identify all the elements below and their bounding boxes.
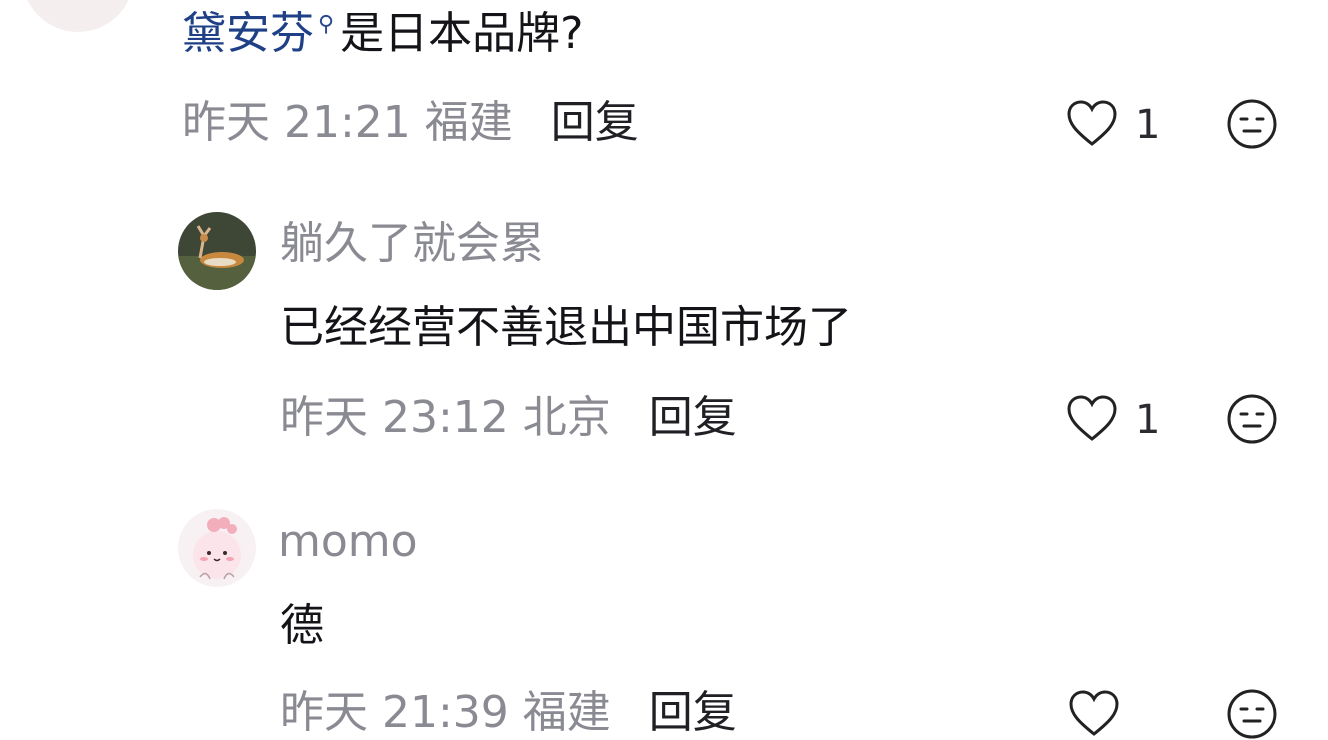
avatar[interactable] bbox=[178, 212, 256, 290]
comment-text: 德 bbox=[280, 600, 324, 651]
emoji-icon bbox=[1226, 98, 1278, 154]
heart-icon bbox=[1065, 98, 1119, 152]
like-count: 1 bbox=[1135, 397, 1161, 443]
search-icon[interactable]: ⚲ bbox=[318, 14, 334, 36]
username[interactable]: 躺久了就会累 bbox=[280, 222, 544, 266]
comment-meta: 昨天 23:12 北京 回复 bbox=[280, 396, 737, 440]
comment-meta: 昨天 21:21 福建 回复 bbox=[182, 101, 639, 145]
emoji-icon bbox=[1226, 688, 1278, 740]
avatar[interactable] bbox=[178, 509, 256, 587]
emoji-button[interactable] bbox=[1226, 393, 1278, 449]
emoji-button[interactable] bbox=[1226, 688, 1278, 740]
username[interactable]: momo bbox=[278, 520, 418, 564]
comment-time: 昨天 23:12 北京 bbox=[280, 392, 611, 443]
heart-icon bbox=[1067, 688, 1121, 740]
comment-meta: 昨天 21:39 福建 回复 bbox=[280, 691, 737, 735]
comment-list: 黛安芬 ⚲ 是日本品牌? 昨天 21:21 福建 回复 1 躺久了就会累 已经经… bbox=[0, 0, 1328, 740]
comment-time: 昨天 21:21 福建 bbox=[182, 97, 513, 148]
reply-button[interactable]: 回复 bbox=[551, 97, 639, 148]
comment-time: 昨天 21:39 福建 bbox=[280, 687, 611, 738]
keyword-link[interactable]: 黛安芬 bbox=[182, 8, 314, 59]
heart-icon bbox=[1065, 393, 1119, 447]
comment-text: 已经经营不善退出中国市场了 bbox=[280, 302, 852, 353]
like-button[interactable] bbox=[1067, 688, 1121, 740]
emoji-icon bbox=[1226, 393, 1278, 449]
like-button[interactable]: 1 bbox=[1065, 393, 1160, 447]
emoji-button[interactable] bbox=[1226, 98, 1278, 154]
reply-button[interactable]: 回复 bbox=[649, 392, 737, 443]
comment-text: 黛安芬 ⚲ 是日本品牌? bbox=[182, 8, 584, 59]
like-count: 1 bbox=[1135, 102, 1161, 148]
like-button[interactable]: 1 bbox=[1065, 98, 1160, 152]
avatar[interactable] bbox=[22, 0, 134, 32]
reply-button[interactable]: 回复 bbox=[649, 687, 737, 738]
